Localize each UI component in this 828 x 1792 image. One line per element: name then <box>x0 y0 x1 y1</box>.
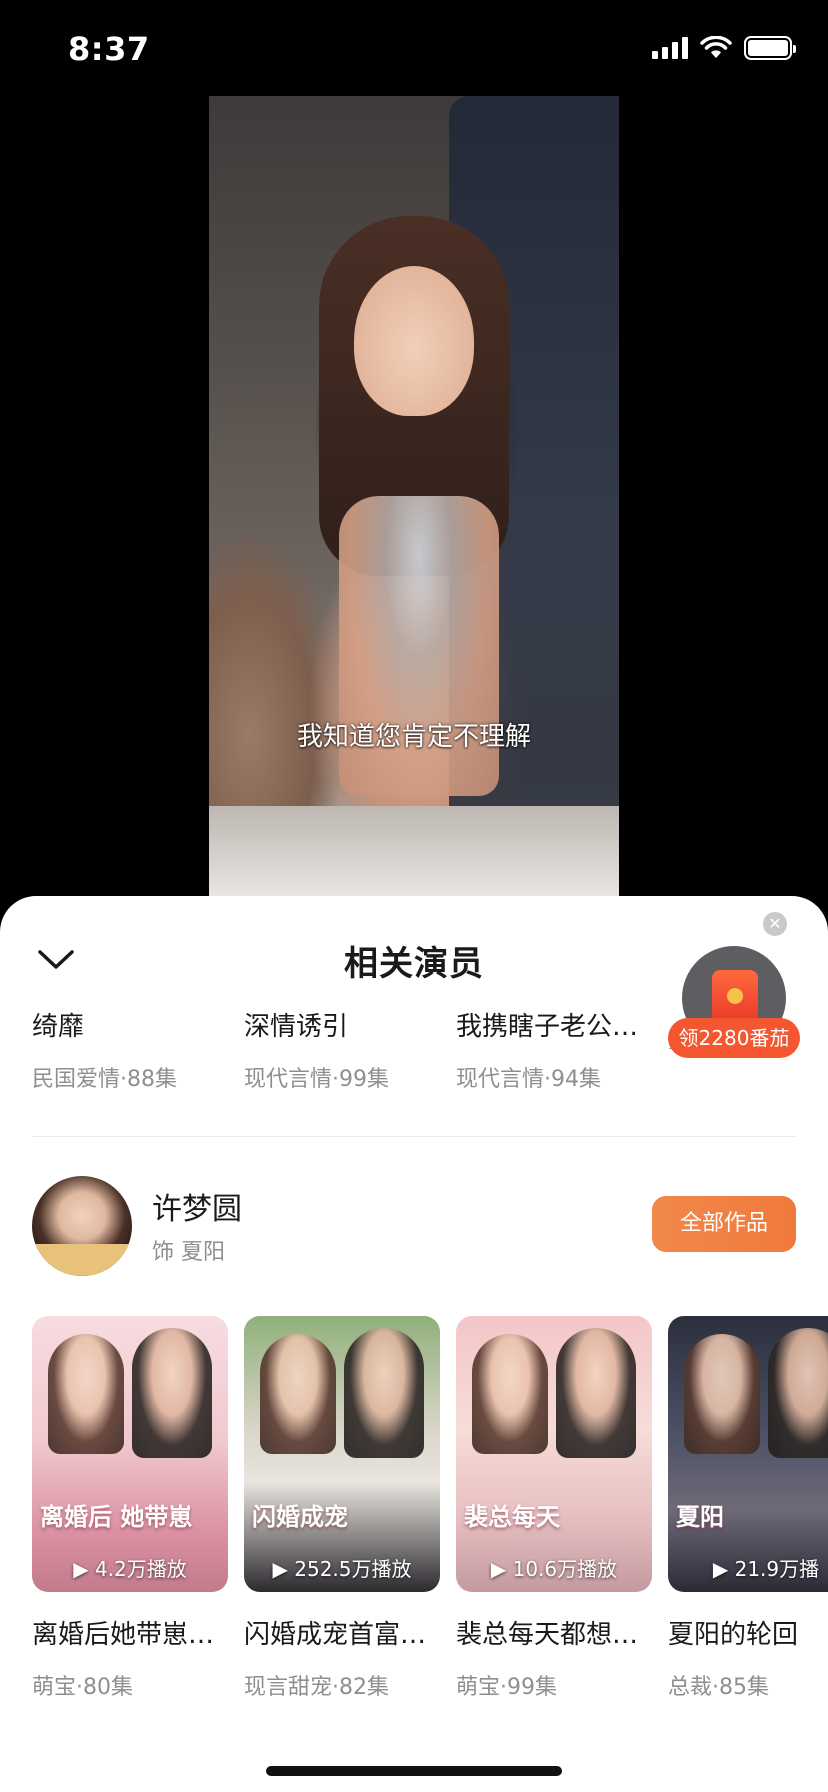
poster-figure <box>472 1334 548 1454</box>
cellular-signal-icon <box>652 37 688 59</box>
actor-row[interactable]: 许梦圆 饰 夏阳 全部作品 <box>32 1176 796 1280</box>
work-title: 离婚后她带崽… <box>32 1620 215 1650</box>
work-item[interactable]: 夏阳 ▶ 21.9万播 夏阳的轮回 总裁·85集 <box>668 1316 828 1701</box>
work-meta: 萌宝·99集 <box>456 1675 557 1700</box>
poster-banner-text: 裴总每天 <box>464 1503 560 1531</box>
drama-item[interactable]: 绮靡 民国爱情·88集 <box>32 1006 244 1093</box>
video-player[interactable]: 我知道您肯定不理解 <box>209 96 619 896</box>
work-meta: 萌宝·80集 <box>32 1675 133 1700</box>
play-count: ▶ 21.9万播 <box>712 1557 820 1581</box>
work-item[interactable]: 闪婚成宠 ▶ 252.5万播放 闪婚成宠首富… 现言甜宠·82集 <box>244 1316 456 1701</box>
all-works-button[interactable]: 全部作品 <box>652 1196 796 1252</box>
video-actress-face <box>354 266 474 416</box>
home-indicator[interactable] <box>266 1766 562 1776</box>
screen: 8:37 我知道您肯定不理解 相关演员 ✕ 绮靡 民国爱情·88集 深情诱引 现… <box>0 0 828 1792</box>
drama-title: 绮靡 <box>32 1012 85 1042</box>
drama-meta: 现代言情·99集 <box>244 1067 389 1092</box>
drama-meta: 民国爱情·88集 <box>32 1067 177 1092</box>
actor-name: 许梦圆 <box>152 1192 242 1227</box>
red-envelope-promo[interactable]: 领2280番茄 <box>668 946 800 1058</box>
video-foreground-table <box>209 806 619 896</box>
promo-label: 领2280番茄 <box>668 1018 800 1058</box>
work-meta: 现言甜宠·82集 <box>244 1675 389 1700</box>
play-count: ▶ 10.6万播放 <box>490 1557 618 1581</box>
drama-title: 我携瞎子老公… <box>456 1012 639 1042</box>
status-icons <box>652 36 796 60</box>
play-count: ▶ 252.5万播放 <box>272 1557 412 1581</box>
work-poster[interactable]: 闪婚成宠 ▶ 252.5万播放 <box>244 1316 440 1592</box>
poster-figure <box>556 1328 636 1458</box>
work-title: 裴总每天都想… <box>456 1620 639 1650</box>
status-bar: 8:37 <box>0 0 828 96</box>
poster-figure <box>260 1334 336 1454</box>
work-poster[interactable]: 裴总每天 ▶ 10.6万播放 <box>456 1316 652 1592</box>
poster-figure <box>684 1334 760 1454</box>
drama-item[interactable]: 深情诱引 现代言情·99集 <box>244 1006 456 1093</box>
poster-banner-text: 离婚后 她带崽 <box>40 1503 193 1531</box>
poster-banner-text: 闪婚成宠 <box>252 1503 348 1531</box>
wifi-icon <box>700 36 732 58</box>
poster-figure <box>48 1334 124 1454</box>
drama-item[interactable]: 我携瞎子老公… 现代言情·94集 <box>456 1006 668 1093</box>
divider <box>32 1136 796 1137</box>
work-poster[interactable]: 夏阳 ▶ 21.9万播 <box>668 1316 828 1592</box>
poster-figure <box>132 1328 212 1458</box>
actor-avatar[interactable] <box>32 1176 132 1276</box>
poster-figure <box>768 1328 828 1458</box>
work-item[interactable]: 裴总每天 ▶ 10.6万播放 裴总每天都想… 萌宝·99集 <box>456 1316 668 1701</box>
red-envelope-icon <box>712 970 758 1024</box>
work-item[interactable]: 离婚后 她带崽 ▶ 4.2万播放 离婚后她带崽… 萌宝·80集 <box>32 1316 244 1701</box>
poster-figure <box>344 1328 424 1458</box>
drama-title: 深情诱引 <box>244 1012 349 1042</box>
work-title: 闪婚成宠首富… <box>244 1620 427 1650</box>
related-actors-sheet: 相关演员 ✕ 绮靡 民国爱情·88集 深情诱引 现代言情·99集 我携瞎子老公…… <box>0 896 828 1792</box>
battery-icon <box>744 36 796 60</box>
close-icon[interactable]: ✕ <box>763 912 787 936</box>
poster-banner-text: 夏阳 <box>676 1503 724 1531</box>
video-subtitle: 我知道您肯定不理解 <box>296 722 531 752</box>
play-count: ▶ 4.2万播放 <box>73 1557 187 1581</box>
drama-meta: 现代言情·94集 <box>456 1067 601 1092</box>
work-poster[interactable]: 离婚后 她带崽 ▶ 4.2万播放 <box>32 1316 228 1592</box>
work-meta: 总裁·85集 <box>668 1675 769 1700</box>
status-time: 8:37 <box>68 30 150 68</box>
actor-works-row: 离婚后 她带崽 ▶ 4.2万播放 离婚后她带崽… 萌宝·80集 闪婚成宠 ▶ 2… <box>32 1316 828 1701</box>
work-title: 夏阳的轮回 <box>668 1620 799 1650</box>
actor-role: 饰 夏阳 <box>152 1240 225 1265</box>
